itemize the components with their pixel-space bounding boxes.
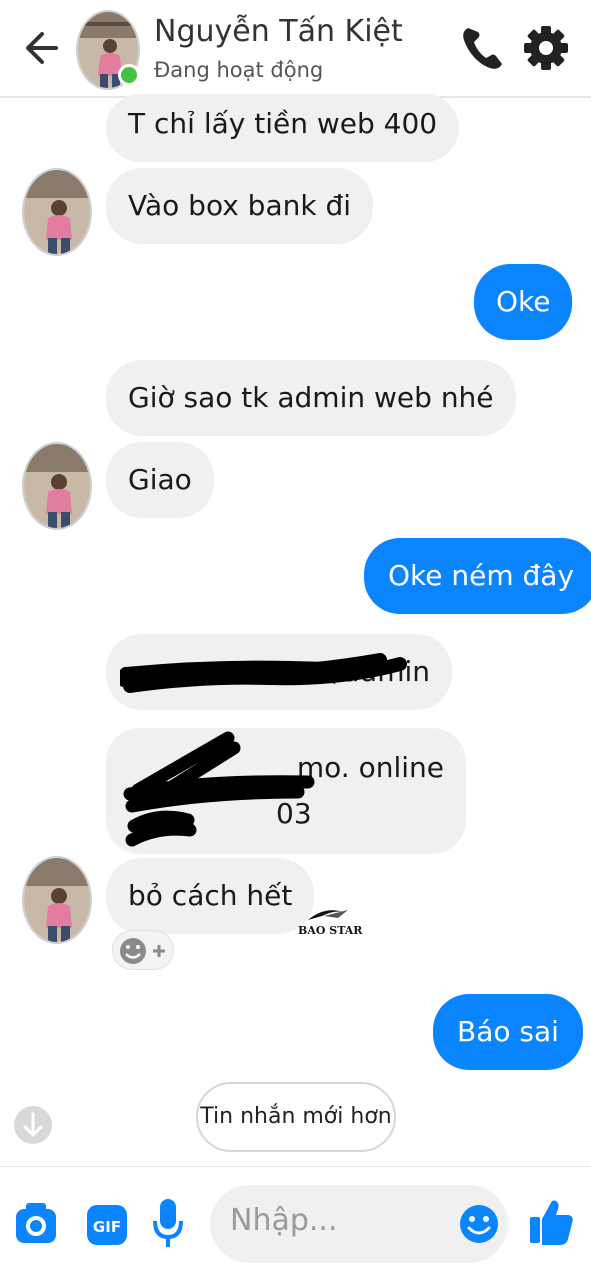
message-list[interactable]: T chỉ lấy tiền web 400 Vào box bank đi O… [0, 94, 591, 1164]
newer-messages-button[interactable]: Tin nhắn mới hơn [196, 1082, 396, 1152]
watermark: BAO STAR [298, 906, 362, 937]
message-composer: GIF Nhập... [0, 1166, 591, 1280]
back-arrow-icon[interactable] [22, 26, 62, 70]
message-bubble[interactable]: T chỉ lấy tiền web 400 [106, 94, 460, 162]
message-text: Oke ném đây [388, 559, 575, 592]
message-text: T chỉ lấy tiền web 400 [128, 107, 438, 140]
sender-avatar[interactable] [22, 442, 92, 530]
microphone-icon[interactable] [152, 1197, 184, 1249]
emoji-icon[interactable] [458, 1203, 500, 1245]
message-bubble[interactable]: bỏ cách hết [106, 858, 315, 934]
message-bubble[interactable]: Oke [474, 264, 573, 340]
message-bubble[interactable]: Vào box bank đi [106, 168, 374, 244]
message-text: Oke [496, 285, 551, 318]
message-text-line-1: mo. online [296, 751, 444, 784]
contact-status: Đang hoạt động [154, 58, 324, 82]
message-bubble[interactable]: Giao [106, 442, 214, 518]
contact-name[interactable]: Nguyễn Tấn Kiệt [154, 14, 403, 49]
gif-icon[interactable]: GIF [86, 1201, 128, 1247]
sender-avatar[interactable] [22, 168, 92, 256]
message-bubble[interactable]: Oke ném đây [364, 538, 591, 614]
message-bubble[interactable]: Giờ sao tk admin web nhé [106, 360, 516, 436]
message-text: Giao [128, 463, 192, 496]
thumbs-up-icon[interactable] [528, 1197, 574, 1247]
sender-avatar[interactable] [22, 856, 92, 944]
redaction-scribble [123, 731, 315, 847]
message-input[interactable]: Nhập... [210, 1185, 508, 1263]
arrow-down-icon [23, 1112, 43, 1137]
phone-icon[interactable] [458, 22, 506, 74]
message-text: Báo sai [457, 1015, 559, 1048]
add-reaction-button[interactable] [112, 930, 174, 970]
message-text: bỏ cách hết [128, 879, 293, 912]
scroll-down-button[interactable] [14, 1106, 52, 1144]
svg-text:GIF: GIF [93, 1218, 121, 1236]
message-input-placeholder: Nhập... [230, 1203, 338, 1238]
emoji-icon [120, 938, 165, 964]
camera-icon[interactable] [14, 1201, 58, 1247]
redaction-scribble [120, 653, 407, 693]
message-bubble[interactable]: Báo sai [433, 994, 583, 1070]
online-status-dot [118, 64, 140, 86]
gear-icon[interactable] [522, 22, 570, 74]
chat-header: Nguyễn Tấn Kiệt Đang hoạt động [0, 0, 591, 98]
message-text: Giờ sao tk admin web nhé [128, 381, 494, 414]
message-text: Vào box bank đi [128, 189, 352, 222]
